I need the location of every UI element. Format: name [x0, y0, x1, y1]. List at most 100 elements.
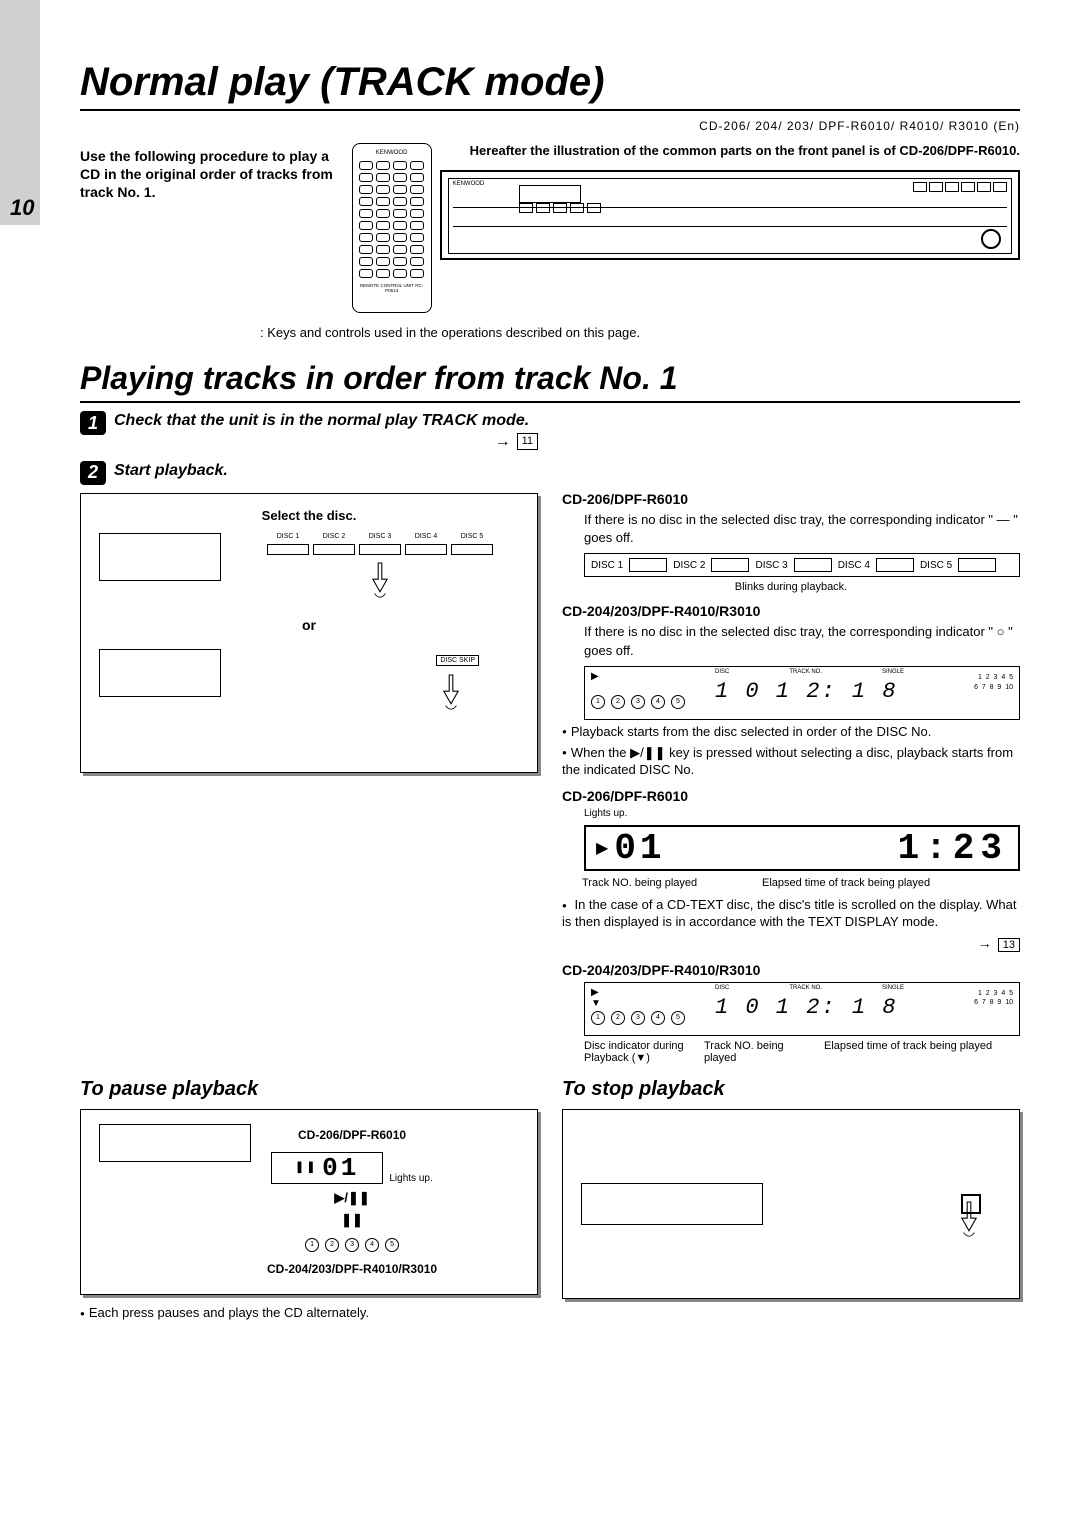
disc-button-row — [241, 544, 519, 555]
under-elapsed: Elapsed time of track being played — [762, 877, 930, 889]
intro-row: Use the following procedure to play a CD… — [80, 143, 1020, 313]
disc-1-label: DISC 1 — [267, 533, 309, 540]
disc-lbl2: DISC — [715, 985, 729, 991]
disc-indicator-strip-1: DISC 1 DISC 2 DISC 3 DISC 4 DISC 5 — [584, 553, 1020, 577]
disc-4-label: DISC 4 — [405, 533, 447, 540]
step-1-text: Check that the unit is in the normal pla… — [114, 411, 538, 453]
bullet-1: Playback starts from the disc selected i… — [562, 724, 1020, 741]
intro-text: Use the following procedure to play a CD… — [80, 143, 336, 202]
right-column: CD-206/DPF-R6010 If there is no disc in … — [562, 411, 1020, 1064]
lcd-main-display: ▶ 01 1:23 — [584, 825, 1020, 871]
jog-dial-icon — [981, 229, 1001, 249]
disc-lbl: DISC — [715, 669, 729, 675]
section-subtitle: Playing tracks in order from track No. 1 — [80, 360, 1020, 397]
page-ref-13: 13 — [998, 938, 1020, 952]
step-1: 1 Check that the unit is in the normal p… — [80, 411, 538, 453]
under-labels-1: Track NO. being played Elapsed time of t… — [562, 877, 1020, 889]
track-lbl2: TRACK NO. — [789, 985, 822, 991]
bullet-2: When the ▶/❚❚ key is pressed without sel… — [562, 745, 1020, 779]
pause-diagram: CD-206/DPF-R6010 ❚❚ 01 Lights up. ▶/❚❚ ❚… — [80, 1109, 538, 1295]
hand-pointer-icon-3 — [951, 1200, 987, 1240]
main-columns: 1 Check that the unit is in the normal p… — [80, 411, 1020, 1064]
mini-panel-1 — [99, 533, 221, 581]
lcd-display-3: ▶▼ DISCTRACK NO.SINGLE 12345 1 0 1 2: 1 … — [584, 982, 1020, 1036]
remote-brand: KENWOOD — [359, 150, 425, 156]
select-disc-diagram: Select the disc. DISC 1 DISC 2 DISC 3 DI… — [80, 493, 538, 773]
panel-note: Hereafter the illustration of the common… — [440, 143, 1020, 160]
d1: DISC 1 — [591, 560, 623, 571]
mini-front-pause — [99, 1124, 251, 1162]
pause-symbol: ❚❚ — [341, 1212, 363, 1228]
model-header: CD-206/ 204/ 203/ DPF-R6010/ R4010/ R301… — [80, 119, 1020, 133]
remote-note: REMOTE CONTROL UNIT RC-P0513 — [359, 284, 425, 293]
play-icon: ▶ — [591, 671, 599, 682]
or-label: or — [99, 617, 519, 633]
play-triangle-icon: ▶ — [596, 838, 608, 858]
d5: DISC 5 — [920, 560, 952, 571]
lcd2-numbers-2: 1 0 1 2: 1 8 — [715, 995, 897, 1020]
stop-column: To stop playback — [562, 1078, 1020, 1320]
track-grid-2: 1 2 3 4 5 6 7 8 9 10 — [974, 989, 1013, 1009]
pause-lcd-track: 01 — [322, 1153, 359, 1183]
lcd-track-no: 01 — [614, 828, 665, 869]
m1-text: If there is no disc in the selected disc… — [562, 511, 1020, 547]
subtitle-rule — [80, 401, 1020, 403]
single-lbl2: SINGLE — [882, 985, 904, 991]
single-lbl: SINGLE — [882, 669, 904, 675]
side-tab — [0, 0, 40, 225]
left-column: 1 Check that the unit is in the normal p… — [80, 411, 538, 1064]
pause-lcd: ❚❚ 01 — [271, 1152, 383, 1184]
step-2-text: Start playback. — [114, 461, 538, 482]
d2: DISC 2 — [673, 560, 705, 571]
pause-column: To pause playback CD-206/DPF-R6010 ❚❚ 01… — [80, 1078, 538, 1320]
disc-label-row: DISC 1 DISC 2 DISC 3 DISC 4 DISC 5 — [241, 533, 519, 540]
pause-title: To pause playback — [80, 1078, 538, 1101]
track-grid: 1 2 3 4 5 6 7 8 9 10 — [974, 673, 1013, 693]
m2-text: If there is no disc in the selected disc… — [562, 623, 1020, 659]
mini-front-stop — [581, 1183, 763, 1225]
under-track-2: Track NO. being played — [704, 1040, 804, 1064]
model-head-3: CD-206/DPF-R6010 — [562, 788, 1020, 804]
under-track: Track NO. being played — [582, 877, 722, 889]
disc-ind-label: Disc indicator during Playback (▼) — [584, 1040, 684, 1064]
page-ref-11: 11 — [517, 433, 538, 449]
disc-5-label: DISC 5 — [451, 533, 493, 540]
lights-up-2: Lights up. — [389, 1173, 432, 1184]
lcd-display-2: ▶ DISC TRACK NO. SINGLE 12345 1 0 1 2: 1 8… — [584, 666, 1020, 720]
blinks-note: Blinks during playback. — [562, 581, 1020, 593]
d4: DISC 4 — [838, 560, 870, 571]
illustration-row: KENWOOD REMOTE CONTROL UNIT RC-P0513 Her… — [352, 143, 1020, 313]
model-head-1: CD-206/DPF-R6010 — [562, 491, 1020, 507]
bullet-3: In the case of a CD-TEXT disc, the disc'… — [562, 897, 1020, 931]
remote-illustration: KENWOOD REMOTE CONTROL UNIT RC-P0513 — [352, 143, 432, 313]
bullet-3-text: In the case of a CD-TEXT disc, the disc'… — [562, 897, 1017, 929]
pause-model-1: CD-206/DPF-R6010 — [298, 1128, 406, 1142]
pause-note: Each press pauses and plays the CD alter… — [80, 1305, 538, 1320]
d3: DISC 3 — [755, 560, 787, 571]
disc-skip-button[interactable]: DISC SKIP — [436, 655, 479, 666]
disc-5-button[interactable] — [451, 544, 493, 555]
disc-2-label: DISC 2 — [313, 533, 355, 540]
disc-1-button[interactable] — [267, 544, 309, 555]
track-lbl: TRACK NO. — [789, 669, 822, 675]
disc-3-button[interactable] — [359, 544, 401, 555]
disc-2-button[interactable] — [313, 544, 355, 555]
page-title: Normal play (TRACK mode) — [80, 60, 1020, 105]
front-panel-illustration: KENWOOD — [440, 170, 1020, 260]
select-disc-label: Select the disc. — [99, 508, 519, 523]
step-2-badge: 2 — [80, 461, 106, 485]
mini-panel-2 — [99, 649, 221, 697]
play-pause-key-label: ▶/❚❚ — [334, 1190, 369, 1206]
disc-3-label: DISC 3 — [359, 533, 401, 540]
step-1-label: Check that the unit is in the normal pla… — [114, 412, 529, 429]
step-2: 2 Start playback. — [80, 461, 538, 485]
stop-title: To stop playback — [562, 1078, 1020, 1101]
stop-diagram — [562, 1109, 1020, 1299]
panel-wrap: Hereafter the illustration of the common… — [440, 143, 1020, 260]
lcd2-numbers: 1 0 1 2: 1 8 — [715, 679, 897, 704]
hand-pointer-icon-2 — [433, 673, 469, 713]
page-number: 10 — [10, 195, 34, 221]
manual-page: 10 Normal play (TRACK mode) CD-206/ 204/… — [0, 0, 1080, 1528]
disc-4-button[interactable] — [405, 544, 447, 555]
disc-circles: 12345 — [591, 695, 685, 709]
